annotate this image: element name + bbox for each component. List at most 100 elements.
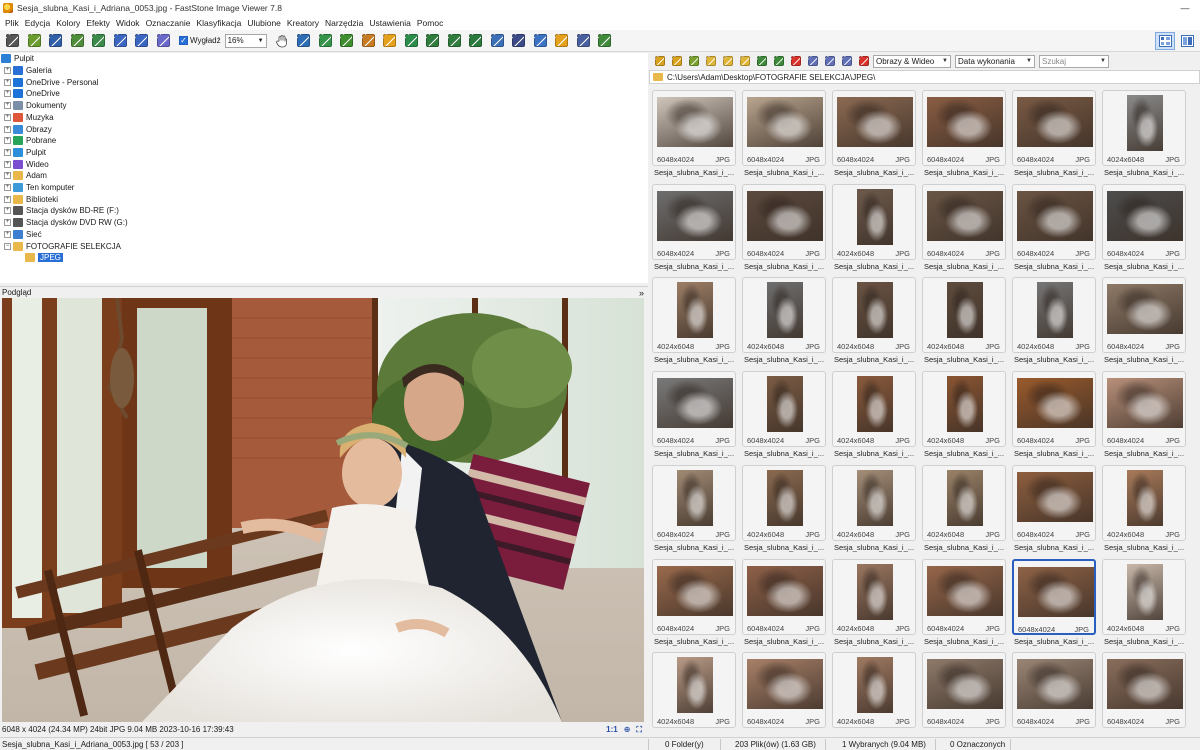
pan-hand-button[interactable] [273,31,292,50]
move-to-button[interactable] [737,54,752,68]
expand-icon[interactable]: + [4,172,11,180]
expand-icon[interactable]: + [4,184,11,192]
thumbnail-item[interactable]: 6048x4024JPGSesja_slubna_Kasi_i_... [652,371,736,461]
thumbnail-item[interactable]: 4024x6048JPGSesja_slubna_Kasi_i_... [832,183,916,274]
thumbnail-item[interactable]: 6048x4024JPGSesja_slubna_Kasi_i_... [922,183,1006,274]
menu-item[interactable]: Plik [2,18,22,28]
thumbnail-card[interactable]: 6048x4024 JPG [652,558,736,635]
menu-item[interactable]: Oznaczanie [143,18,194,28]
thumbnail-card[interactable]: 6048x4024 JPG [1012,371,1096,448]
tree-item[interactable]: + Wideo [4,158,49,170]
thumbnail-item[interactable]: 6048x4024JPGSesja_slubna_Kasi_i_... [1102,371,1186,461]
zoom-in-button[interactable] [111,31,130,50]
thumbnail-item[interactable]: 6048x4024JPGSesja_slubna_Kasi_i_... [1012,652,1096,730]
thumbnail-card[interactable]: 6048x4024 JPG [1102,277,1186,354]
expand-icon[interactable]: + [4,195,11,203]
thumbnail-item[interactable]: 4024x6048JPGSesja_slubna_Kasi_i_... [832,277,916,367]
thumbnail-item[interactable]: 6048x4024JPGSesja_slubna_Kasi_i_... [1012,371,1096,461]
fit-icon[interactable]: ⊕ [624,725,631,734]
thumbnail-item[interactable]: 4024x6048JPGSesja_slubna_Kasi_i_... [652,277,736,367]
menu-item[interactable]: Kreatory [284,18,322,28]
thumbnail-item[interactable]: 4024x6048JPGSesja_slubna_Kasi_i_... [652,652,736,730]
effects-button[interactable] [380,31,399,50]
grid-scrollbar[interactable] [1192,86,1200,736]
open-folder-button[interactable] [25,31,44,50]
expand-icon[interactable]: + [4,160,11,168]
thumbnail-card[interactable]: 6048x4024 JPG [742,371,826,448]
rotate-left-button[interactable] [423,31,442,50]
thumbnail-item[interactable]: 4024x6048JPGSesja_slubna_Kasi_i_... [832,652,916,730]
expand-icon[interactable]: + [4,207,11,215]
thumbnail-item[interactable]: 4024x6048JPGSesja_slubna_Kasi_i_... [1102,558,1186,649]
acquire-button[interactable] [68,31,87,50]
menu-item[interactable]: Ustawienia [366,18,414,28]
thumbnail-item[interactable]: 6048x4024JPGSesja_slubna_Kasi_i_... [742,371,826,461]
fullscreen-icon[interactable]: ⛶ [636,725,642,735]
expand-icon[interactable]: + [4,67,11,75]
thumbnail-card[interactable]: 6048x4024 JPG [1012,90,1096,166]
thumbnail-card[interactable]: 6048x4024 JPG [742,558,826,635]
thumbnail-card[interactable]: 6048x4024 JPG [742,652,826,729]
thumbnail-card[interactable]: 6048x4024 JPG [1012,558,1096,635]
thumbnail-item[interactable]: 6048x4024JPGSesja_slubna_Kasi_i_... [1102,277,1186,367]
file-type-filter[interactable]: Obrazy & Wideo ▼ [873,54,951,68]
thumbnail-item[interactable]: 6048x4024JPGSesja_slubna_Kasi_i_... [1012,558,1096,649]
minimize-button[interactable]: — [1170,0,1200,15]
thumbnail-item[interactable]: 6048x4024JPGSesja_slubna_Kasi_i_... [652,183,736,274]
thumbnail-item[interactable]: 6048x4024JPGSesja_slubna_Kasi_i_... [742,183,826,274]
thumbnail-card[interactable]: 4024x6048 JPG [922,277,1006,354]
thumbnail-item[interactable]: 6048x4024JPGSesja_slubna_Kasi_i_... [652,464,736,555]
thumbnail-card[interactable]: 4024x6048 JPG [832,652,916,729]
scan-button[interactable] [531,31,550,50]
thumbnail-card[interactable]: 6048x4024 JPG [652,90,736,166]
copy-files-button[interactable] [754,54,769,68]
thumbnail-card[interactable]: 6048x4024 JPG [1012,652,1096,729]
thumbnail-card[interactable]: 4024x6048 JPG [1102,464,1186,541]
thumbnail-item[interactable]: 6048x4024JPGSesja_slubna_Kasi_i_... [832,90,916,180]
thumbnail-card[interactable]: 6048x4024 JPG [1012,464,1096,541]
thumbnail-item[interactable]: 4024x6048JPGSesja_slubna_Kasi_i_... [832,371,916,461]
thumbnail-item[interactable]: 6048x4024JPGSesja_slubna_Kasi_i_... [652,90,736,180]
tree-item[interactable]: − FOTOGRAFIE SELEKCJA [4,240,121,252]
actual-size-button[interactable]: 1:1 [606,725,618,734]
thumbnail-item[interactable]: 6048x4024JPGSesja_slubna_Kasi_i_... [652,558,736,649]
thumbnail-item[interactable]: 6048x4024JPGSesja_slubna_Kasi_i_... [742,90,826,180]
menu-item[interactable]: Pomoc [414,18,446,28]
browser-layout-button[interactable] [1155,32,1175,50]
tree-item[interactable]: + Pobrane [4,135,56,147]
thumbnail-card[interactable]: 4024x6048 JPG [922,371,1006,448]
email-button[interactable] [509,31,528,50]
thumbnail-item[interactable]: 6048x4024JPGSesja_slubna_Kasi_i_... [1102,652,1186,730]
thumbnail-card[interactable]: 4024x6048 JPG [652,277,736,354]
tree-item[interactable]: + Dokumenty [4,100,66,112]
expand-icon[interactable]: + [4,137,11,145]
expand-icon[interactable]: + [4,78,11,86]
thumbnail-card[interactable]: 6048x4024 JPG [1102,652,1186,729]
tree-item[interactable]: + Galeria [4,65,52,77]
thumbnail-card[interactable]: 4024x6048 JPG [1102,558,1186,635]
thumbnail-item[interactable]: 6048x4024JPGSesja_slubna_Kasi_i_... [742,558,826,649]
crop-button[interactable] [316,31,335,50]
settings-button[interactable] [595,31,614,50]
thumbnail-card[interactable]: 6048x4024 JPG [832,90,916,166]
thumbnail-card[interactable]: 6048x4024 JPG [652,183,736,260]
histogram-button[interactable] [466,31,485,50]
thumbnail-card[interactable]: 4024x6048 JPG [742,277,826,354]
menu-item[interactable]: Efekty [83,18,113,28]
alt-layout-button[interactable] [1178,32,1198,50]
resize-button[interactable] [337,31,356,50]
thumbnail-item[interactable]: 4024x6048JPGSesja_slubna_Kasi_i_... [1012,277,1096,367]
thumbnail-card[interactable]: 4024x6048 JPG [1012,277,1096,354]
back-button[interactable] [652,54,667,68]
thumbnail-item[interactable]: 6048x4024JPGSesja_slubna_Kasi_i_... [1102,183,1186,274]
collapse-icon[interactable]: − [4,242,11,250]
thumbnail-item[interactable]: 4024x6048JPGSesja_slubna_Kasi_i_... [832,464,916,555]
columns-view-button[interactable] [822,54,837,68]
tree-item[interactable]: + Pulpit [4,147,46,159]
move-files-button[interactable] [771,54,786,68]
thumbnail-card[interactable]: 6048x4024 JPG [1012,183,1096,260]
thumbnail-card[interactable]: 6048x4024 JPG [652,371,736,448]
thumbnail-card[interactable]: 6048x4024 JPG [922,183,1006,260]
zoom-select[interactable]: 16% ▼ [224,33,267,48]
menu-item[interactable]: Ulubione [244,18,284,28]
